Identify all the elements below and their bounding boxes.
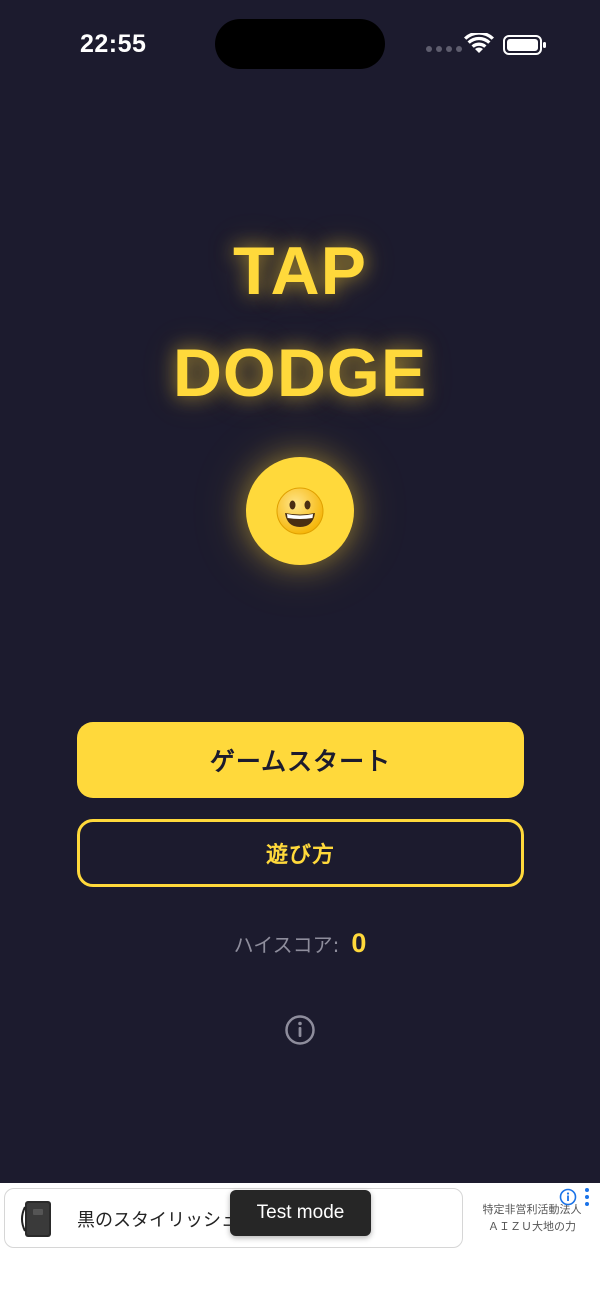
wifi-icon <box>464 33 494 53</box>
ad-advertiser-line-2: ＡＩＺＵ大地の力 <box>488 1220 576 1233</box>
high-score-label: ハイスコア: <box>233 933 340 957</box>
game-title-line-1: TAP <box>233 233 367 309</box>
status-time: 22:55 <box>80 30 147 58</box>
status-bar: 22:55 <box>0 0 600 90</box>
ad-product-image <box>21 1201 51 1237</box>
high-score: ハイスコア: 0 <box>0 928 600 959</box>
ad-choices-icon[interactable] <box>559 1188 577 1206</box>
how-to-play-button[interactable]: 遊び方 <box>77 819 524 887</box>
test-mode-toast: Test mode <box>230 1190 371 1236</box>
cellular-signal-icon <box>426 46 462 52</box>
high-score-value: 0 <box>351 928 367 958</box>
start-game-button[interactable]: ゲームスタート <box>77 722 524 798</box>
dynamic-island <box>215 19 385 69</box>
info-icon[interactable] <box>284 1014 316 1046</box>
game-title-line-2: DODGE <box>172 335 428 411</box>
player-ball <box>246 457 354 565</box>
ad-advertiser[interactable]: 特定非営利活動法人 ＡＩＺＵ大地の力 <box>472 1201 592 1235</box>
grinning-face-icon <box>276 487 324 535</box>
ad-menu-icon[interactable] <box>585 1188 589 1206</box>
battery-icon <box>503 35 546 55</box>
